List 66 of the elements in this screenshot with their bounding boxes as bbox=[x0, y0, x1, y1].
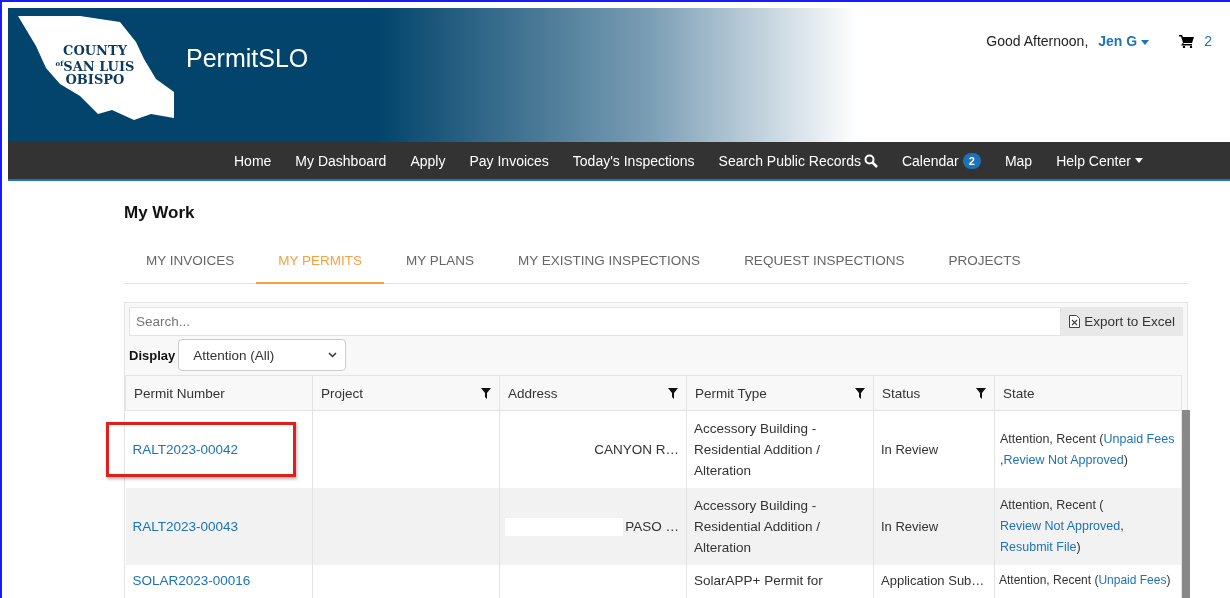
spreadsheet-icon bbox=[1069, 315, 1081, 328]
nav-link[interactable]: Search Public Records bbox=[706, 152, 890, 169]
state-text: ) bbox=[1076, 539, 1081, 556]
column-header: Permit Number bbox=[134, 385, 225, 401]
table-cell: In Review bbox=[881, 519, 939, 534]
table-cell: In Review bbox=[881, 442, 939, 457]
tab[interactable]: MY EXISTING INSPECTIONS bbox=[496, 243, 723, 284]
nav-link[interactable]: Home bbox=[222, 152, 284, 169]
nav-link[interactable]: Calendar 2 bbox=[889, 152, 993, 169]
state-link[interactable]: Unpaid Fees bbox=[1103, 428, 1175, 450]
app-title: PermitSLO bbox=[186, 44, 309, 73]
table-cell: Accessory Building - Residential Addition / Alteration bbox=[694, 421, 821, 478]
tab[interactable]: MY INVOICES bbox=[124, 243, 257, 284]
state-text: Attention, Recent ( bbox=[1000, 430, 1104, 448]
permit-link[interactable]: SOLAR2023-00016 bbox=[132, 573, 251, 588]
page-title: My Work bbox=[124, 203, 196, 223]
table-cell: Accessory Building - Residential Addition / Alteration bbox=[694, 498, 821, 555]
state-text: Attention, Recent ( bbox=[999, 572, 1099, 589]
tab[interactable]: PROJECTS bbox=[926, 243, 1043, 284]
state-link[interactable]: Resubmit File bbox=[1000, 537, 1077, 558]
logo-text: $^{of}$SAN LUIS bbox=[54, 58, 136, 74]
table-cell-text: CANYON R… bbox=[594, 441, 679, 459]
display-label: Display bbox=[129, 347, 176, 363]
state-text: ) bbox=[1123, 451, 1128, 469]
chevron-icon bbox=[328, 352, 338, 358]
cart-icon[interactable] bbox=[1179, 34, 1195, 48]
nav-link[interactable]: Pay Invoices bbox=[457, 152, 561, 169]
state-text: , bbox=[1000, 451, 1004, 469]
column-header: Permit Type bbox=[695, 385, 767, 401]
table-cell-text: PASO … bbox=[625, 518, 679, 536]
logo-text: COUNTY bbox=[62, 44, 128, 57]
nav-link[interactable]: Map bbox=[992, 152, 1045, 169]
greeting-text: Good Afternoon, bbox=[986, 33, 1089, 49]
nav-link[interactable]: Today's Inspections bbox=[560, 152, 707, 169]
user-menu[interactable]: Jen G bbox=[1098, 33, 1150, 49]
caret-icon bbox=[1141, 39, 1150, 45]
search-field[interactable]: Search... bbox=[129, 307, 1062, 336]
display-dropdown[interactable]: Attention (All) bbox=[178, 339, 347, 371]
filter-icon[interactable] bbox=[668, 387, 678, 399]
column-header: Project bbox=[321, 385, 364, 401]
permit-link[interactable]: RALT2023-00043 bbox=[132, 519, 239, 534]
export-button[interactable]: Export to Excel bbox=[1061, 307, 1183, 336]
caret-icon bbox=[1134, 158, 1143, 163]
state-link[interactable]: Unpaid Fees bbox=[1098, 570, 1167, 591]
logo-text: OBISPO bbox=[64, 73, 126, 87]
permit-link[interactable]: RALT2023-00042 bbox=[132, 442, 239, 457]
column-header: Address bbox=[508, 385, 558, 401]
nav-link[interactable]: Help Center bbox=[1044, 152, 1155, 169]
state-text: ) bbox=[1166, 572, 1171, 589]
tab[interactable]: REQUEST INSPECTIONS bbox=[722, 243, 927, 284]
state-text: Attention, Recent ( bbox=[1000, 497, 1104, 514]
count-badge: 2 bbox=[962, 152, 981, 169]
filter-icon[interactable] bbox=[481, 387, 491, 399]
filter-icon[interactable] bbox=[976, 387, 986, 399]
state-text: , bbox=[1120, 518, 1124, 535]
table-cell: Application Sub… bbox=[881, 573, 985, 588]
search-icon bbox=[863, 153, 878, 168]
tab[interactable]: MY PLANS bbox=[384, 243, 497, 284]
column-header: State bbox=[1003, 385, 1035, 401]
table-cell: SolarAPP+ Permit for bbox=[694, 573, 823, 588]
nav-link[interactable]: Apply bbox=[398, 152, 458, 169]
column-header: Status bbox=[882, 385, 921, 401]
nav-link[interactable]: My Dashboard bbox=[283, 152, 399, 169]
cart-count: 2 bbox=[1204, 33, 1212, 49]
filter-icon[interactable] bbox=[855, 387, 865, 399]
state-link[interactable]: Review Not Approved bbox=[1003, 449, 1124, 471]
